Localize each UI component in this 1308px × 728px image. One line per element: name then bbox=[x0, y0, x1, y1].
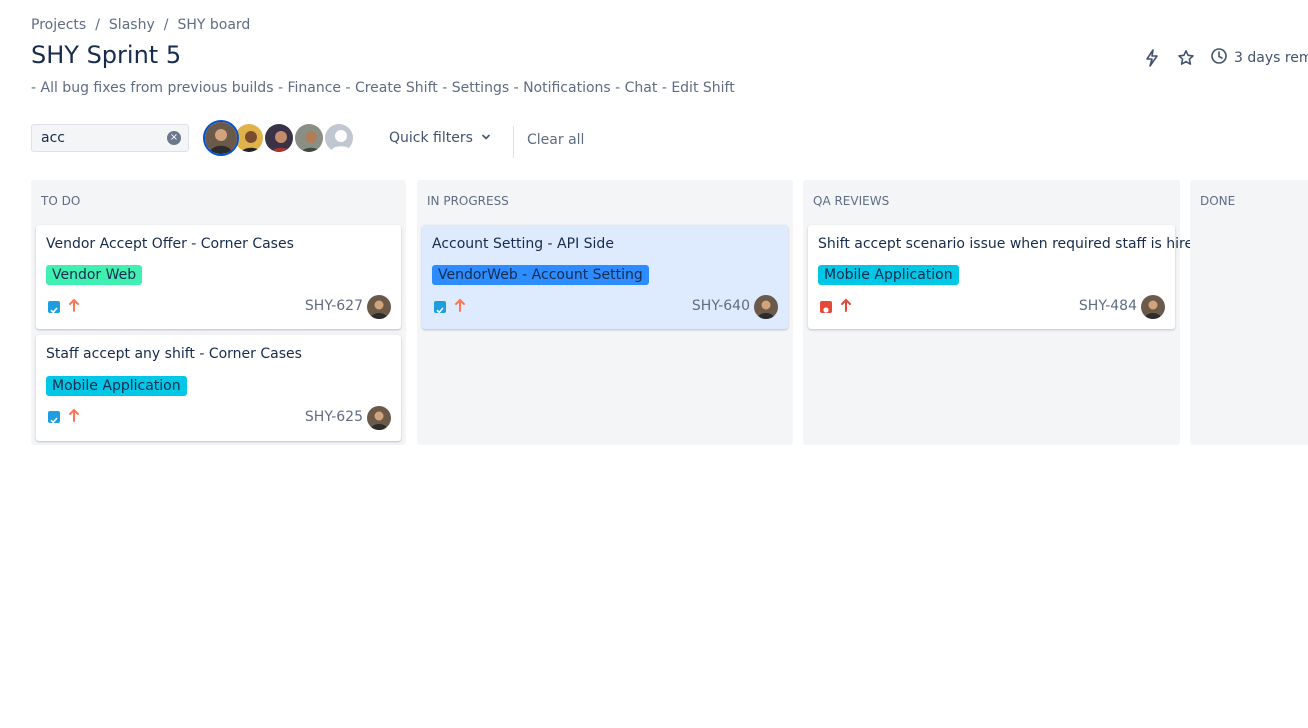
toolbar-divider bbox=[513, 126, 514, 158]
search-box: × bbox=[31, 124, 189, 152]
days-remaining: 3 days rema bbox=[1210, 47, 1308, 69]
card-title: Staff accept any shift - Corner Cases bbox=[46, 346, 302, 362]
priority-highest-icon bbox=[840, 297, 852, 313]
priority-high-icon bbox=[454, 297, 466, 313]
assignee-avatar bbox=[367, 406, 391, 430]
avatar[interactable] bbox=[263, 122, 295, 154]
priority-high-icon bbox=[68, 297, 80, 313]
issue-key: SHY-625 bbox=[304, 409, 363, 425]
breadcrumb-shy-board[interactable]: SHY board bbox=[177, 17, 250, 33]
card-title: Vendor Accept Offer - Corner Cases bbox=[46, 236, 294, 252]
breadcrumb-separator: / bbox=[95, 17, 100, 33]
issue-key: SHY-627 bbox=[304, 298, 363, 314]
issue-key: SHY-484 bbox=[1078, 298, 1137, 314]
issue-card[interactable]: Shift accept scenario issue when require… bbox=[808, 225, 1202, 329]
assignee-avatar bbox=[754, 295, 778, 319]
task-icon bbox=[48, 301, 60, 314]
clock-icon bbox=[1210, 47, 1228, 69]
clear-all-button[interactable]: Clear all bbox=[527, 132, 584, 148]
avatar-selected[interactable] bbox=[203, 120, 239, 156]
task-icon bbox=[48, 411, 60, 424]
avatar[interactable] bbox=[293, 122, 325, 154]
assignee-avatar bbox=[1141, 295, 1165, 319]
chevron-down-icon bbox=[481, 130, 491, 146]
breadcrumb-projects[interactable]: Projects bbox=[31, 17, 86, 33]
breadcrumb-separator: / bbox=[163, 17, 169, 33]
column-title: DONE bbox=[1200, 194, 1236, 208]
column-title: IN PROGRESS bbox=[427, 194, 509, 208]
column-title: QA REVIEWS bbox=[813, 194, 890, 208]
column-qa-reviews: QA REVIEWS Shift accept scenario issue w… bbox=[803, 180, 1202, 445]
column-done: DONE bbox=[1190, 180, 1308, 445]
epic-label: VendorWeb - Account Setting bbox=[432, 265, 649, 285]
quick-filters-button[interactable]: Quick filters bbox=[389, 130, 491, 146]
column-in-progress: IN PROGRESS Account Setting - API Side V… bbox=[417, 180, 793, 445]
quick-filters-label: Quick filters bbox=[389, 130, 473, 146]
sprint-goal: - All bug fixes from previous builds - F… bbox=[31, 80, 735, 96]
issue-key: SHY-640 bbox=[691, 298, 750, 314]
lightning-icon[interactable] bbox=[1142, 48, 1162, 68]
priority-high-icon bbox=[68, 407, 80, 423]
column-title: TO DO bbox=[41, 194, 81, 208]
search-input[interactable] bbox=[41, 130, 156, 146]
task-icon bbox=[434, 301, 446, 314]
issue-card[interactable]: Staff accept any shift - Corner Cases Mo… bbox=[36, 335, 401, 441]
epic-label: Vendor Web bbox=[46, 265, 143, 285]
bug-icon bbox=[820, 301, 832, 313]
breadcrumb-slashy[interactable]: Slashy bbox=[109, 17, 155, 33]
page-title: SHY Sprint 5 bbox=[31, 41, 182, 69]
epic-label: Mobile Application bbox=[818, 265, 959, 285]
star-icon[interactable] bbox=[1176, 48, 1196, 68]
breadcrumb: Projects / Slashy / SHY board bbox=[31, 17, 250, 33]
clear-search-icon[interactable]: × bbox=[167, 131, 181, 145]
days-remaining-text: 3 days rema bbox=[1234, 50, 1308, 66]
avatar-placeholder[interactable] bbox=[323, 122, 355, 154]
epic-label: Mobile Application bbox=[46, 376, 187, 396]
issue-card[interactable]: Account Setting - API Side VendorWeb - A… bbox=[422, 225, 788, 329]
card-title: Shift accept scenario issue when require… bbox=[818, 236, 1202, 252]
filter-toolbar: × Quick filters Clear all bbox=[31, 120, 631, 160]
card-title: Account Setting - API Side bbox=[432, 236, 614, 252]
column-to-do: TO DO Vendor Accept Offer - Corner Cases… bbox=[31, 180, 406, 445]
assignee-avatar bbox=[367, 295, 391, 319]
issue-card[interactable]: Vendor Accept Offer - Corner Cases Vendo… bbox=[36, 225, 401, 329]
header-actions: 3 days rema bbox=[1142, 47, 1308, 69]
